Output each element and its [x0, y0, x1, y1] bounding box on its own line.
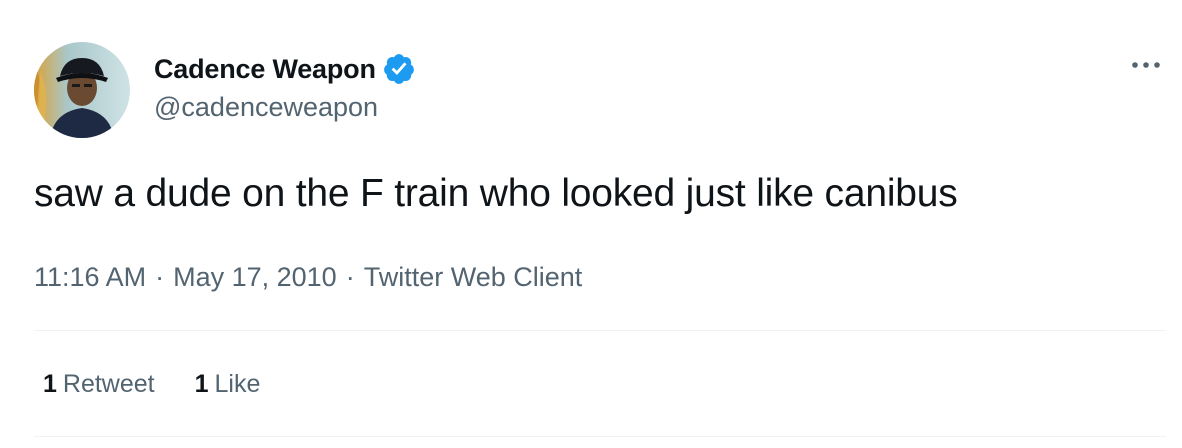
retweets-stat[interactable]: 1 Retweet	[43, 370, 155, 399]
like-label: Like	[214, 370, 261, 398]
tweet-meta: 11:16 AM · May 17, 2010 · Twitter Web Cl…	[34, 262, 582, 293]
like-count: 1	[194, 370, 209, 398]
author-handle[interactable]: @cadenceweapon	[154, 92, 378, 123]
more-options-button[interactable]	[1126, 50, 1166, 80]
divider	[34, 436, 1166, 437]
author-name-row[interactable]: Cadence Weapon	[154, 52, 416, 86]
tweet-card: Cadence Weapon @cadenceweapon saw a dude…	[0, 0, 1182, 448]
meta-separator: ·	[345, 262, 355, 292]
verified-badge-icon	[382, 52, 416, 86]
likes-stat[interactable]: 1 Like	[195, 370, 261, 399]
retweet-label: Retweet	[62, 370, 155, 398]
display-name[interactable]: Cadence Weapon	[154, 54, 376, 85]
avatar[interactable]	[34, 42, 130, 138]
tweet-source[interactable]: Twitter Web Client	[364, 262, 583, 293]
profile-photo-icon	[34, 42, 130, 138]
tweet-time[interactable]: 11:16 AM	[34, 262, 146, 293]
divider	[34, 330, 1166, 331]
tweet-date[interactable]: May 17, 2010	[173, 262, 337, 293]
retweet-count: 1	[43, 370, 57, 398]
engagement-stats: 1 Retweet 1 Like	[43, 370, 260, 399]
meta-separator: ·	[155, 262, 165, 292]
tweet-text: saw a dude on the F train who looked jus…	[34, 172, 958, 215]
more-icon	[1132, 62, 1160, 68]
